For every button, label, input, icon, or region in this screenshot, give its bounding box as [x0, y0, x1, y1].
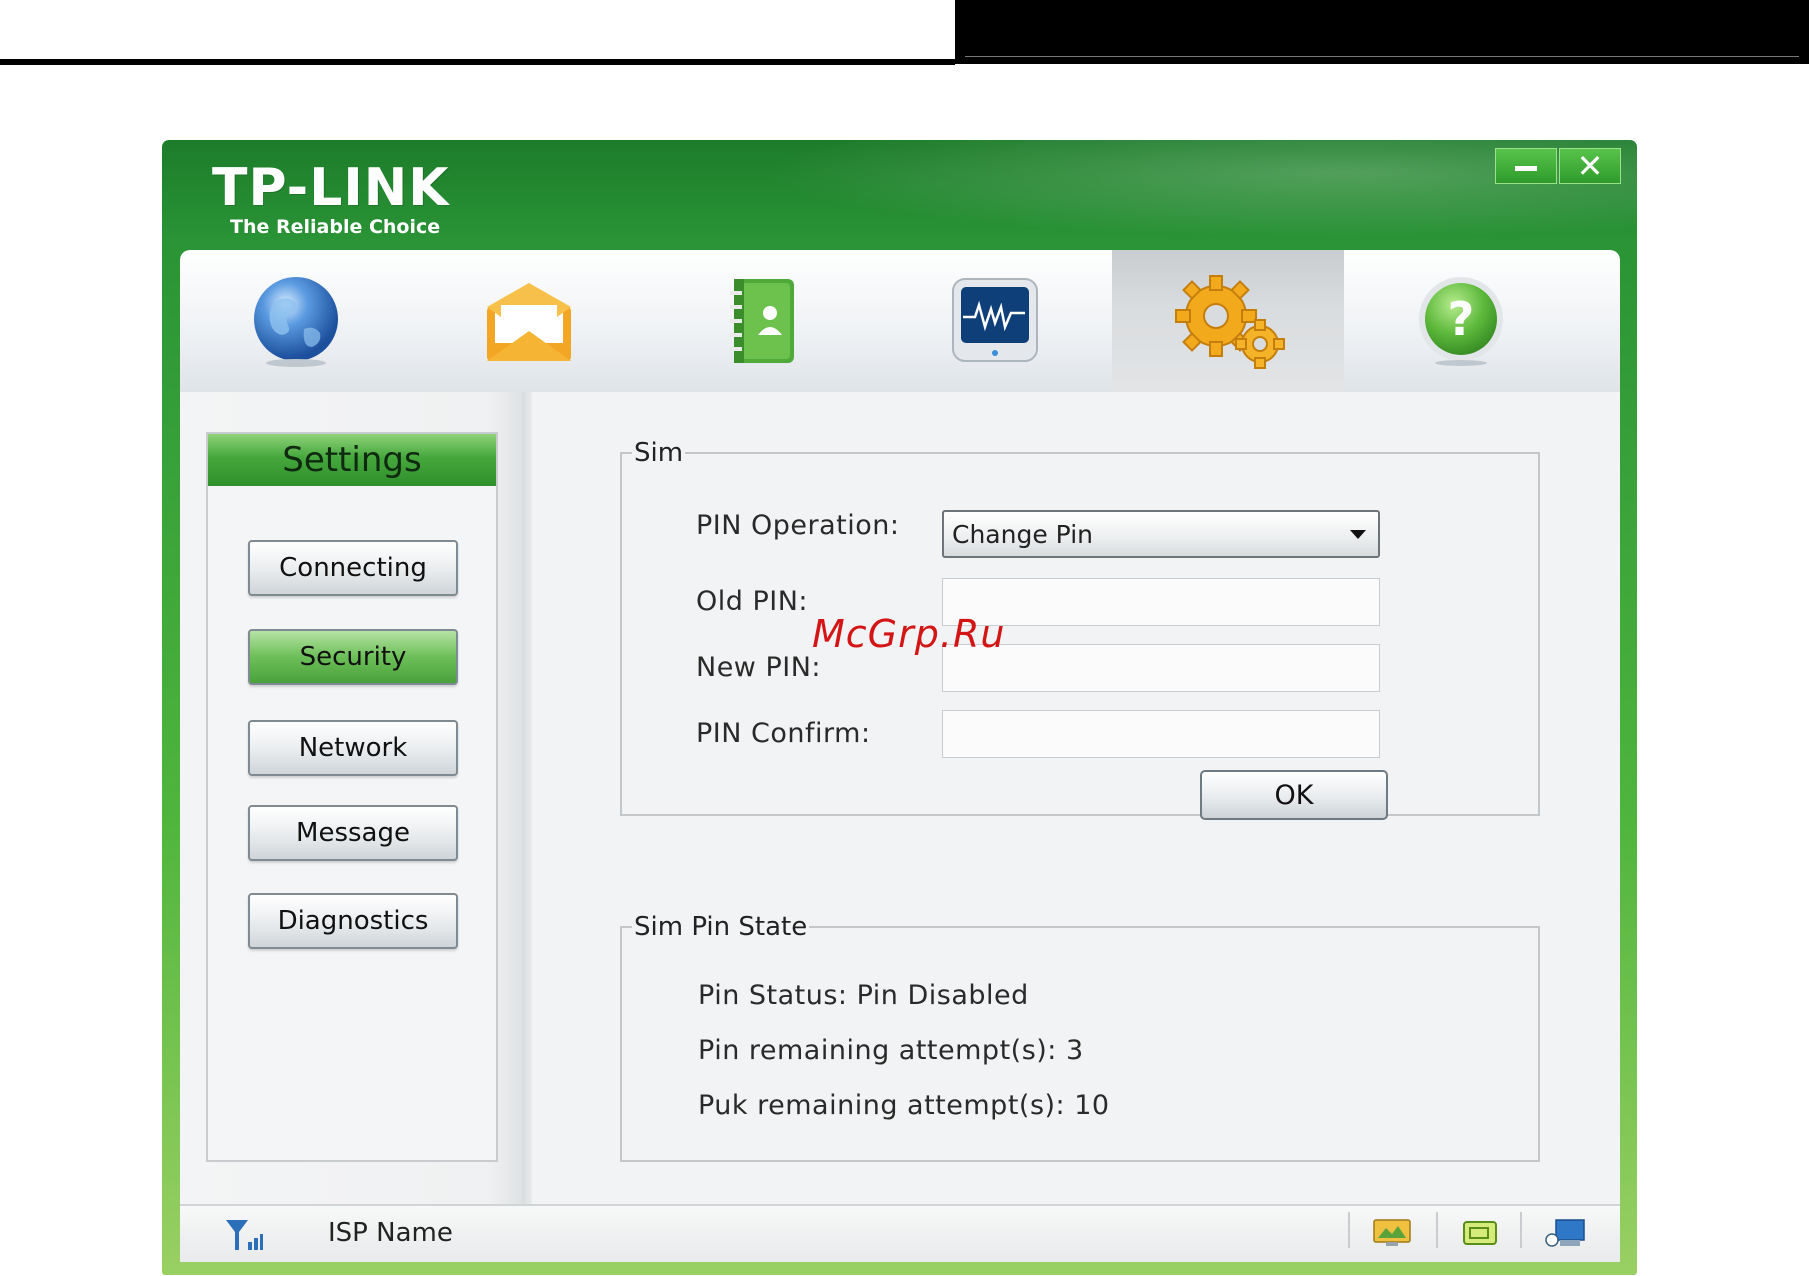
- device-status-icon[interactable]: [1544, 1216, 1588, 1250]
- status-divider: [1348, 1212, 1350, 1248]
- sim-card-icon[interactable]: [1460, 1216, 1500, 1250]
- pin-confirm-label: PIN Confirm:: [696, 718, 871, 749]
- sim-pin-state-group: Sim Pin State Pin Status: Pin Disabled P…: [620, 912, 1540, 1162]
- app-window: TP-LINK The Reliable Choice ✕ ? Settings…: [162, 140, 1637, 1275]
- main-toolbar: ?: [180, 250, 1620, 392]
- toolbar-connect-tab[interactable]: [180, 250, 412, 392]
- svg-text:?: ?: [1448, 292, 1475, 346]
- nav-diagnostics-button[interactable]: Diagnostics: [248, 893, 458, 949]
- settings-title: Settings: [208, 434, 496, 486]
- header-bar-line: [965, 56, 1799, 57]
- settings-panel: Settings Connecting Security Network Mes…: [206, 432, 498, 1162]
- content-area: Settings Connecting Security Network Mes…: [180, 392, 1620, 1204]
- watermark-text: McGrp.Ru: [812, 612, 1006, 656]
- ok-button[interactable]: OK: [1200, 770, 1388, 820]
- nav-network-button[interactable]: Network: [248, 720, 458, 776]
- pin-operation-label: PIN Operation:: [696, 510, 900, 541]
- toolbar-statistics-tab[interactable]: [879, 250, 1111, 392]
- network-status-icon[interactable]: [1372, 1216, 1412, 1250]
- status-bar: ISP Name: [180, 1204, 1620, 1262]
- monitor-icon: [952, 278, 1038, 362]
- minimize-icon: [1515, 165, 1537, 171]
- globe-icon: [254, 277, 338, 367]
- old-pin-field[interactable]: [942, 578, 1380, 626]
- logo-tagline: The Reliable Choice: [230, 216, 441, 238]
- nav-connecting-button[interactable]: Connecting: [248, 540, 458, 596]
- pin-operation-select[interactable]: Change Pin: [942, 510, 1380, 558]
- status-divider: [1520, 1212, 1522, 1248]
- sim-pin-state-legend: Sim Pin State: [634, 912, 808, 942]
- toolbar-help-tab[interactable]: ?: [1345, 250, 1577, 392]
- pin-status-text: Pin Status: Pin Disabled: [698, 980, 1029, 1011]
- toolbar-phonebook-tab[interactable]: [646, 250, 878, 392]
- new-pin-field[interactable]: [942, 644, 1380, 692]
- pin-confirm-field[interactable]: [942, 710, 1380, 758]
- logo-text: TP-LINK: [212, 158, 450, 218]
- envelope-icon: [487, 283, 571, 361]
- toolbar-settings-tab[interactable]: [1112, 250, 1344, 392]
- chevron-down-icon: [1350, 530, 1366, 539]
- old-pin-label: Old PIN:: [696, 586, 809, 617]
- pin-operation-value: Change Pin: [952, 519, 1093, 549]
- help-icon: ?: [1419, 277, 1503, 366]
- close-button[interactable]: ✕: [1559, 148, 1621, 184]
- sim-legend: Sim: [634, 438, 684, 468]
- isp-name: ISP Name: [328, 1218, 453, 1248]
- page-header-bar: [955, 0, 1809, 64]
- minimize-button[interactable]: [1495, 148, 1557, 184]
- sim-group: Sim PIN Operation: Change Pin Old PIN: N…: [620, 438, 1540, 820]
- nav-message-button[interactable]: Message: [248, 805, 458, 861]
- nav-security-button[interactable]: Security: [248, 629, 458, 685]
- header-gloss: [662, 140, 1637, 250]
- status-divider: [1436, 1212, 1438, 1248]
- pane-splitter: [522, 392, 532, 1204]
- pin-remaining-text: Pin remaining attempt(s): 3: [698, 1035, 1084, 1066]
- puk-remaining-text: Puk remaining attempt(s): 10: [698, 1090, 1110, 1121]
- page-top-rule: [0, 59, 955, 65]
- new-pin-label: New PIN:: [696, 652, 822, 683]
- signal-strength-icon: [226, 1220, 263, 1250]
- close-icon: ✕: [1576, 147, 1604, 185]
- toolbar-sms-tab[interactable]: [413, 250, 645, 392]
- left-pane: Settings Connecting Security Network Mes…: [180, 392, 522, 1204]
- gears-icon: [1175, 275, 1285, 369]
- tp-link-logo: TP-LINK The Reliable Choice: [212, 162, 450, 238]
- phonebook-icon: [730, 279, 794, 363]
- window-controls: ✕: [1495, 148, 1621, 184]
- right-pane: Sim PIN Operation: Change Pin Old PIN: N…: [532, 392, 1620, 1204]
